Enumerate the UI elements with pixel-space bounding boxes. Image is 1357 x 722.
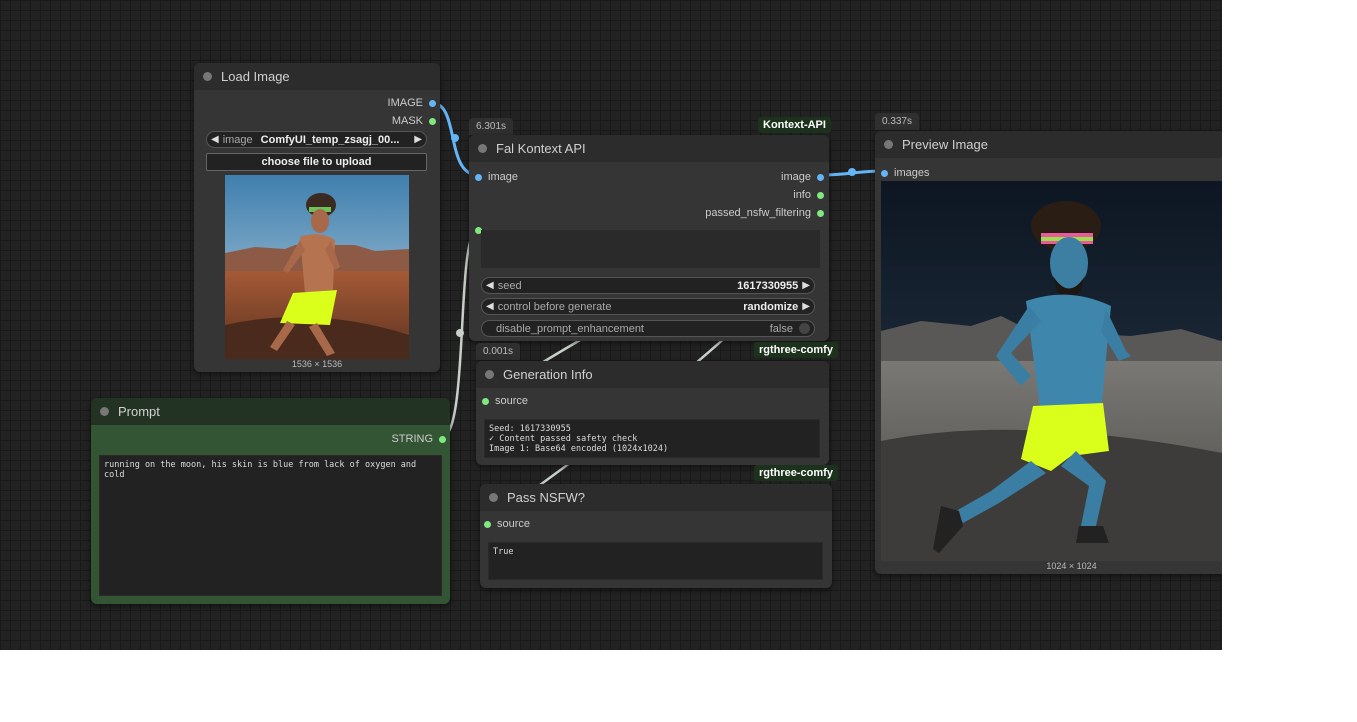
input-pin-icon[interactable] <box>482 397 489 405</box>
output-pin-icon[interactable] <box>817 209 824 217</box>
image-dimensions: 1024 × 1024 <box>1046 561 1097 571</box>
node-header[interactable]: Load Image <box>194 63 440 90</box>
node-title: Load Image <box>221 69 290 84</box>
slot-label: IMAGE <box>387 97 423 109</box>
widget-label: seed <box>497 279 522 292</box>
upload-button[interactable]: choose file to upload <box>206 153 427 171</box>
output-image-slot[interactable]: IMAGE <box>388 97 436 109</box>
output-pin-icon[interactable] <box>429 117 436 125</box>
link-midpoint <box>456 329 464 337</box>
collapse-dot-icon[interactable] <box>884 140 893 149</box>
widget-label: control before generate <box>497 300 612 313</box>
timing-badge: 0.001s <box>476 343 521 360</box>
output-pin-icon[interactable] <box>817 173 824 181</box>
prompt-text-input[interactable]: running on the moon, his skin is blue fr… <box>99 455 442 596</box>
output-info-slot[interactable]: info <box>793 189 824 201</box>
input-source-slot[interactable]: source <box>484 518 530 530</box>
widget-label: image <box>222 133 253 146</box>
slot-label: images <box>894 167 930 179</box>
widget-value: 1617330955 <box>737 279 799 292</box>
link-midpoint <box>451 134 459 142</box>
loaded-image-preview <box>225 175 409 359</box>
control-widget[interactable]: ◀ control before generate randomize ▶ <box>481 298 815 315</box>
generation-info-node[interactable]: Generation Info source Seed: 1617330955 … <box>476 361 829 465</box>
slot-label: passed_nsfw_filtering <box>705 207 811 219</box>
slot-label: MASK <box>391 115 423 127</box>
arrow-left-icon[interactable]: ◀ <box>207 134 223 145</box>
node-header[interactable]: Prompt <box>91 398 450 425</box>
slot-label: image <box>781 171 811 183</box>
node-title: Fal Kontext API <box>496 141 586 156</box>
image-dimensions: 1536 × 1536 <box>291 359 343 369</box>
node-graph-canvas[interactable]: Load Image IMAGE MASK ◀ image ComfyUI_te… <box>0 0 1222 650</box>
node-title: Generation Info <box>503 367 593 382</box>
pass-nsfw-node[interactable]: Pass NSFW? source True <box>480 484 832 588</box>
preview-image-node[interactable]: Preview Image images 1024 × 1024 <box>875 131 1222 574</box>
node-source-tag: rgthree-comfy <box>754 465 838 481</box>
collapse-dot-icon[interactable] <box>203 72 212 81</box>
widget-label: disable_prompt_enhancement <box>496 322 644 335</box>
node-title: Prompt <box>118 404 160 419</box>
arrow-left-icon[interactable]: ◀ <box>482 301 498 312</box>
output-string-slot[interactable]: STRING <box>391 433 446 445</box>
arrow-left-icon[interactable]: ◀ <box>482 280 498 291</box>
image-combo-widget[interactable]: ◀ image ComfyUI_temp_zsagj_00... ▶ <box>206 131 427 148</box>
output-image-slot[interactable]: image <box>781 171 824 183</box>
arrow-right-icon[interactable]: ▶ <box>410 134 426 145</box>
output-pin-icon[interactable] <box>817 191 824 199</box>
collapse-dot-icon[interactable] <box>485 370 494 379</box>
node-source-tag: rgthree-comfy <box>754 342 838 358</box>
output-pin-icon[interactable] <box>429 99 436 107</box>
widget-value: randomize <box>743 300 799 313</box>
collapse-dot-icon[interactable] <box>478 144 487 153</box>
info-text-display[interactable]: Seed: 1617330955 ✓ Content passed safety… <box>484 419 820 458</box>
fal-kontext-node[interactable]: Fal Kontext API image image info passed_… <box>469 135 829 341</box>
toggle-knob-icon[interactable] <box>799 323 810 334</box>
input-images-slot[interactable]: images <box>881 167 929 179</box>
load-image-node[interactable]: Load Image IMAGE MASK ◀ image ComfyUI_te… <box>194 63 440 372</box>
seed-widget[interactable]: ◀ seed 1617330955 ▶ <box>481 277 815 294</box>
node-header[interactable]: Fal Kontext API <box>469 135 829 162</box>
widget-value: false <box>769 322 793 335</box>
input-source-slot[interactable]: source <box>482 395 528 407</box>
collapse-dot-icon[interactable] <box>489 493 498 502</box>
slot-label: source <box>497 518 531 530</box>
nsfw-result-display[interactable]: True <box>488 542 823 580</box>
arrow-right-icon[interactable]: ▶ <box>798 280 814 291</box>
slot-label: source <box>495 395 529 407</box>
slot-label: info <box>793 189 811 201</box>
prompt-textarea[interactable] <box>481 230 820 268</box>
timing-badge: 6.301s <box>469 118 514 135</box>
link-midpoint <box>848 168 856 176</box>
timing-badge: 0.337s <box>875 113 920 130</box>
input-pin-icon[interactable] <box>881 169 888 177</box>
node-header[interactable]: Preview Image <box>875 131 1222 158</box>
output-mask-slot[interactable]: MASK <box>392 115 436 127</box>
node-title: Pass NSFW? <box>507 490 586 505</box>
slot-label: STRING <box>391 433 433 445</box>
node-header[interactable]: Pass NSFW? <box>480 484 832 511</box>
output-pin-icon[interactable] <box>439 435 446 443</box>
node-title: Preview Image <box>902 137 988 152</box>
input-pin-icon[interactable] <box>475 173 482 181</box>
slot-label: image <box>488 171 518 183</box>
input-pin-icon[interactable] <box>484 520 491 528</box>
prompt-enhancement-toggle[interactable]: disable_prompt_enhancement false <box>481 320 815 337</box>
output-nsfw-slot[interactable]: passed_nsfw_filtering <box>705 207 824 219</box>
widget-value: ComfyUI_temp_zsagj_00... <box>260 133 400 146</box>
input-image-slot[interactable]: image <box>475 171 518 183</box>
node-source-tag: Kontext-API <box>758 117 831 133</box>
collapse-dot-icon[interactable] <box>100 407 109 416</box>
prompt-node[interactable]: Prompt STRING running on the moon, his s… <box>91 398 450 604</box>
arrow-right-icon[interactable]: ▶ <box>798 301 814 312</box>
node-header[interactable]: Generation Info <box>476 361 829 388</box>
output-image-preview <box>881 181 1222 561</box>
